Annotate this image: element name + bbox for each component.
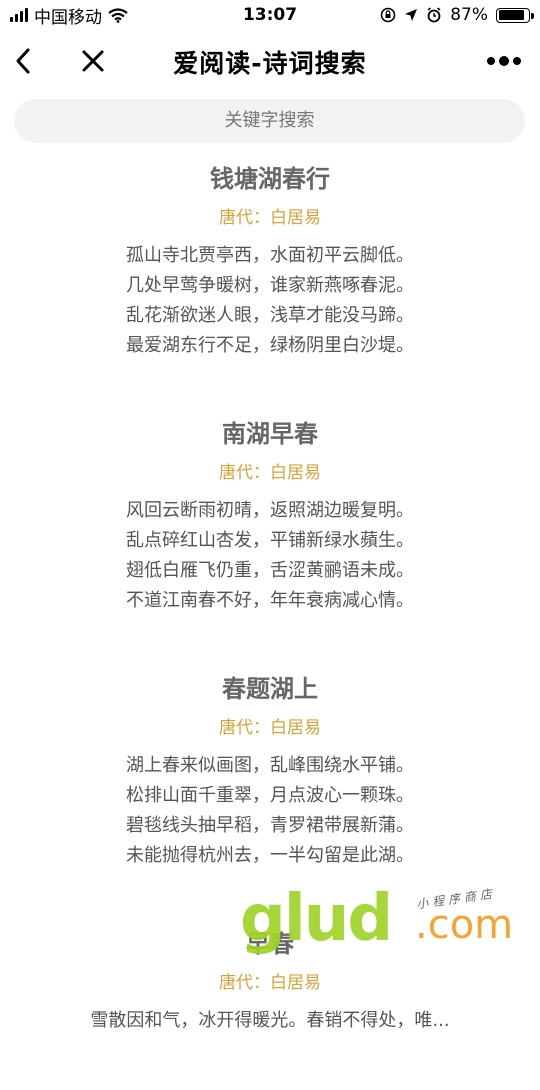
poem-author: 唐代：白居易 bbox=[219, 463, 321, 483]
status-bar: 中国移动 13:07 87% bbox=[0, 0, 540, 30]
poem-card[interactable]: 早春唐代：白居易雪散因和气，冰开得暖光。春销不得处，唯... bbox=[0, 925, 540, 1036]
poem-line: 碧毯线头抽早稻，青罗裙带展新蒲。 bbox=[126, 815, 414, 836]
poem-line: 最爱湖东行不足，绿杨阴里白沙堤。 bbox=[126, 335, 414, 356]
poem-text: 风回云断雨初晴，返照湖边暖复明。 乱点碎红山杏发，平铺新绿水蘋生。 翅低白雁飞仍重，… bbox=[0, 496, 540, 616]
location-icon bbox=[405, 9, 418, 21]
page-title: 爱阅读-诗词搜索 bbox=[173, 49, 367, 78]
orientation-lock-icon bbox=[380, 7, 396, 23]
poem-title: 春题湖上 bbox=[222, 675, 318, 703]
poem-line: 孤山寺北贾亭西，水面初平云脚低。 bbox=[126, 245, 414, 266]
wifi-icon bbox=[108, 7, 128, 23]
status-left: 中国移动 bbox=[0, 3, 128, 28]
battery-fill bbox=[498, 10, 524, 20]
status-right: 87% bbox=[380, 5, 540, 25]
poem-list: 钱塘湖春行 唐代：白居易 孤山寺北贾亭西，水面初平云脚低。 几处早莺争暖树，谁家新燕啄… bbox=[0, 160, 540, 1090]
poem-line: 湖上春来似画图，乱峰围绕水平铺。 bbox=[126, 755, 414, 776]
poem-title: 钱塘湖春行 bbox=[210, 165, 330, 193]
poem-line: 风回云断雨初晴，返照湖边暖复明。 bbox=[126, 500, 414, 521]
signal-icon bbox=[10, 8, 28, 22]
poem-card[interactable]: 南湖早春唐代：白居易风回云断雨初晴，返照湖边暖复明。 乱点碎红山杏发，平铺新绿水蘋… bbox=[0, 415, 540, 616]
poem-line: 雪散因和气，冰开得暖光。春销不得处，唯... bbox=[90, 1010, 450, 1031]
poem-line: 松排山面千重翠，月点波心一颗珠。 bbox=[126, 785, 414, 806]
alarm-icon bbox=[427, 7, 441, 23]
poem-author: 唐代：白居易 bbox=[219, 718, 321, 738]
poem-card[interactable]: 春题湖上唐代：白居易湖上春来似画图，乱峰围绕水平铺。 松排山面千重翠，月点波心一颗… bbox=[0, 670, 540, 871]
more-dots-icon bbox=[487, 56, 521, 66]
battery-icon bbox=[496, 7, 534, 23]
search-input[interactable]: 关键字搜索 bbox=[14, 99, 525, 143]
battery-percent: 87% bbox=[450, 5, 488, 25]
poem-line: 乱花渐欲迷人眼，浅草才能没马蹄。 bbox=[126, 305, 414, 326]
poem-line: 翅低白雁飞仍重，舌涩黄鹂语未成。 bbox=[126, 560, 414, 581]
poem-text: 雪散因和气，冰开得暖光。春销不得处，唯... bbox=[0, 1006, 540, 1036]
poem-card[interactable]: 钱塘湖春行唐代：白居易孤山寺北贾亭西，水面初平云脚低。 几处早莺争暖树，谁家新燕啄… bbox=[0, 160, 540, 361]
poem-author: 唐代：白居易 bbox=[219, 973, 321, 993]
poem-line: 不道江南春不好，年年衰病减心情。 bbox=[126, 590, 414, 611]
carrier-label: 中国移动 bbox=[34, 7, 102, 28]
poem-title: 南湖早春 bbox=[222, 420, 318, 448]
poem-title: 早春 bbox=[246, 930, 294, 958]
poem-line: 几处早莺争暖树，谁家新燕啄春泥。 bbox=[126, 275, 414, 296]
nav-bar: 爱阅读-诗词搜索 bbox=[0, 30, 540, 92]
poem-author: 唐代：白居易 bbox=[219, 208, 321, 228]
poem-line: 未能抛得杭州去，一半勾留是此湖。 bbox=[126, 845, 414, 866]
more-button[interactable] bbox=[484, 44, 524, 78]
poem-line: 乱点碎红山杏发，平铺新绿水蘋生。 bbox=[126, 530, 414, 551]
poem-text: 孤山寺北贾亭西，水面初平云脚低。 几处早莺争暖树，谁家新燕啄春泥。 乱花渐欲迷人眼，… bbox=[0, 241, 540, 361]
poem-text: 湖上春来似画图，乱峰围绕水平铺。 松排山面千重翠，月点波心一颗珠。 碧毯线头抽早稻，… bbox=[0, 751, 540, 871]
